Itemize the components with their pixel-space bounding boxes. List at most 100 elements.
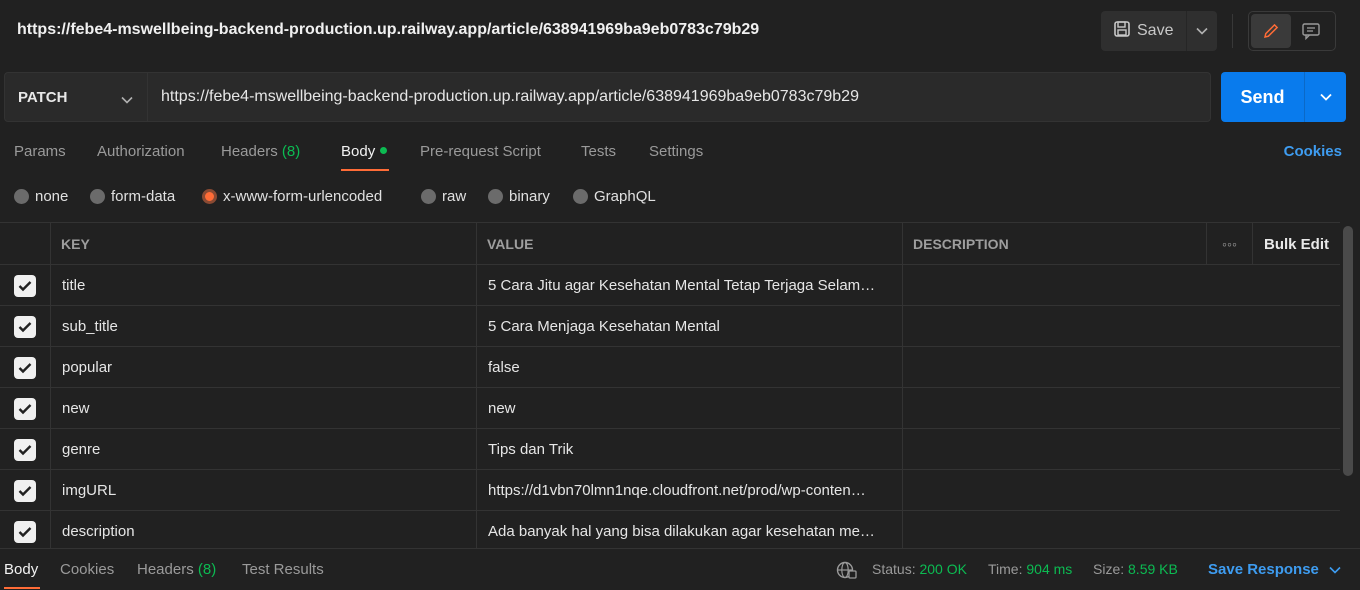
checkbox-checked-icon [14, 315, 36, 338]
url-input[interactable]: https://febe4-mswellbeing-backend-produc… [148, 72, 1211, 122]
key-cell[interactable]: title [50, 265, 476, 306]
status-value: 200 OK [919, 561, 967, 577]
mode-label: binary [509, 188, 550, 205]
description-column-header: DESCRIPTION [902, 223, 1206, 265]
mode-urlencoded[interactable]: x-www-form-urlencoded [202, 188, 382, 205]
method-select[interactable]: PATCH [4, 72, 148, 122]
more-options-icon[interactable]: ◦◦◦ [1206, 223, 1252, 265]
select-column-header [0, 223, 50, 265]
key-cell[interactable]: genre [50, 429, 476, 470]
comments-button[interactable] [1291, 14, 1331, 48]
time-readout[interactable]: Time: 904 ms [988, 561, 1072, 577]
radio-icon [90, 189, 105, 204]
row-checkbox[interactable] [0, 347, 50, 388]
key-cell[interactable]: imgURL [50, 470, 476, 511]
description-cell[interactable] [902, 265, 1340, 306]
tab-settings[interactable]: Settings [649, 143, 703, 160]
save-options-button[interactable] [1187, 11, 1217, 51]
mode-none[interactable]: none [14, 188, 68, 205]
value-text: https://d1vbn70lmn1nqe.cloudfront.net/pr… [488, 482, 866, 499]
table-row: description Ada banyak hal yang bisa dila… [0, 511, 1340, 548]
row-checkbox[interactable] [0, 306, 50, 347]
key-cell[interactable]: description [50, 511, 476, 548]
send-options-button[interactable] [1305, 72, 1346, 122]
row-checkbox[interactable] [0, 511, 50, 548]
table-row: title 5 Cara Jitu agar Kesehatan Mental T… [0, 265, 1340, 306]
send-button[interactable]: Send [1221, 72, 1305, 122]
mode-graphql[interactable]: GraphQL [573, 188, 656, 205]
edit-mode-button[interactable] [1251, 14, 1291, 48]
mode-binary[interactable]: binary [488, 188, 550, 205]
response-tab-headers-label: Headers [137, 561, 194, 578]
response-tab-cookies[interactable]: Cookies [60, 561, 114, 578]
table-scrollbar[interactable] [1343, 226, 1353, 548]
checkbox-checked-icon [14, 438, 36, 461]
mode-raw[interactable]: raw [421, 188, 466, 205]
table-row: new new [0, 388, 1340, 429]
response-tab-headers[interactable]: Headers (8) [137, 561, 216, 578]
value-cell[interactable]: 5 Cara Menjaga Kesehatan Mental [476, 306, 902, 347]
send-group: Send [1221, 72, 1346, 122]
active-tab-underline [341, 169, 389, 171]
value-cell[interactable]: Tips dan Trik [476, 429, 902, 470]
size-value: 8.59 KB [1128, 561, 1178, 577]
description-cell[interactable] [902, 388, 1340, 429]
chevron-down-icon [1329, 566, 1341, 574]
size-label: Size: [1093, 561, 1125, 577]
radio-icon [488, 189, 503, 204]
request-title[interactable]: https://febe4-mswellbeing-backend-produc… [17, 21, 759, 39]
title-bar: https://febe4-mswellbeing-backend-produc… [0, 0, 1360, 62]
body-mode-selector: none form-data x-www-form-urlencoded raw… [0, 186, 800, 210]
radio-icon [14, 189, 29, 204]
row-checkbox[interactable] [0, 470, 50, 511]
key-text: imgURL [62, 482, 117, 499]
headers-count: (8) [281, 143, 301, 160]
value-cell[interactable]: Ada banyak hal yang bisa dilakukan agar … [476, 511, 902, 548]
globe-icon[interactable] [836, 560, 858, 585]
table-row: genre Tips dan Trik [0, 429, 1340, 470]
response-tab-test-results[interactable]: Test Results [242, 561, 324, 578]
checkbox-checked-icon [14, 520, 36, 543]
divider [1232, 14, 1233, 48]
tab-pre-request-script[interactable]: Pre-request Script [420, 143, 541, 160]
time-value: 904 ms [1026, 561, 1073, 577]
tab-authorization[interactable]: Authorization [97, 143, 185, 160]
description-cell[interactable] [902, 429, 1340, 470]
status-label: Status: [872, 561, 916, 577]
value-cell[interactable]: 5 Cara Jitu agar Kesehatan Mental Tetap … [476, 265, 902, 306]
row-checkbox[interactable] [0, 429, 50, 470]
value-cell[interactable]: false [476, 347, 902, 388]
save-label: Save [1137, 22, 1174, 39]
save-icon [1113, 20, 1131, 43]
key-cell[interactable]: popular [50, 347, 476, 388]
row-checkbox[interactable] [0, 265, 50, 306]
value-cell[interactable]: new [476, 388, 902, 429]
status-readout[interactable]: Status: 200 OK [872, 561, 967, 577]
key-text: sub_title [62, 318, 118, 335]
key-column-header: KEY [50, 223, 476, 265]
description-cell[interactable] [902, 470, 1340, 511]
save-response-button[interactable]: Save Response [1208, 561, 1341, 578]
cookies-link[interactable]: Cookies [1284, 143, 1342, 160]
method-label: PATCH [18, 88, 68, 106]
row-checkbox[interactable] [0, 388, 50, 429]
mode-form-data[interactable]: form-data [90, 188, 175, 205]
table-row: sub_title 5 Cara Menjaga Kesehatan Mental [0, 306, 1340, 347]
tab-params[interactable]: Params [14, 143, 66, 160]
description-cell[interactable] [902, 306, 1340, 347]
size-readout[interactable]: Size: 8.59 KB [1093, 561, 1178, 577]
response-headers-count: (8) [197, 561, 217, 578]
save-button[interactable]: Save [1101, 11, 1187, 51]
value-cell[interactable]: https://d1vbn70lmn1nqe.cloudfront.net/pr… [476, 470, 902, 511]
key-text: description [62, 523, 135, 540]
tab-headers[interactable]: Headers (8) [221, 143, 300, 160]
description-cell[interactable] [902, 511, 1340, 548]
tab-tests[interactable]: Tests [581, 143, 616, 160]
scroll-thumb[interactable] [1343, 226, 1353, 476]
response-tab-body[interactable]: Body [4, 561, 38, 578]
key-cell[interactable]: new [50, 388, 476, 429]
description-cell[interactable] [902, 347, 1340, 388]
tab-body[interactable]: Body [341, 143, 388, 160]
key-cell[interactable]: sub_title [50, 306, 476, 347]
bulk-edit-button[interactable]: Bulk Edit [1252, 223, 1340, 265]
